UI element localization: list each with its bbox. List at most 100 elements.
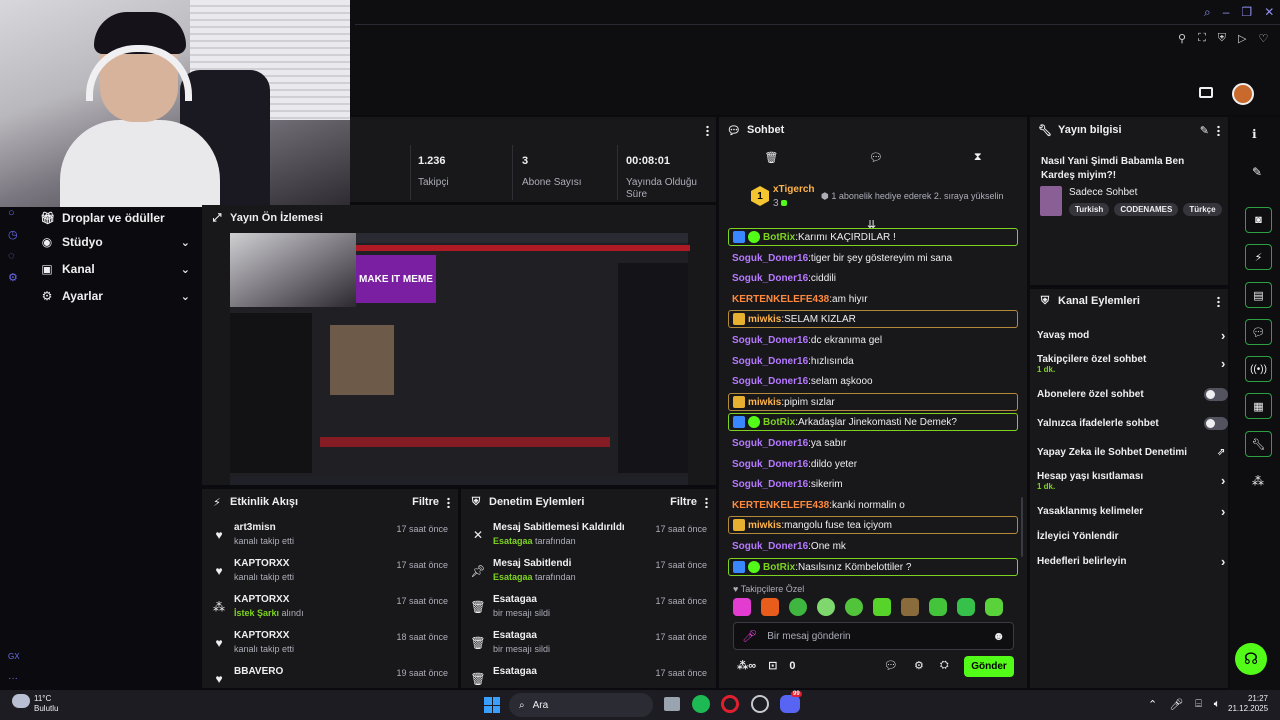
heart-icon[interactable]: ♡: [1258, 32, 1268, 45]
chat-username[interactable]: BotRix: [763, 417, 795, 428]
screenshot-icon[interactable]: ⛶: [1198, 32, 1206, 45]
chat-message[interactable]: Soguk_Doner16: selam aşkooo: [728, 372, 1018, 390]
rail-chat-icon[interactable]: ◌: [8, 250, 20, 262]
chat-message[interactable]: miwkis: mangolu fuse tea içiyom: [728, 516, 1018, 534]
mod-icon[interactable]: ⛭: [940, 659, 949, 672]
pencil-icon[interactable]: ✎: [1252, 165, 1262, 179]
chat-message[interactable]: miwkis: SELAM KIZLAR: [728, 310, 1018, 328]
chat-bubble-icon[interactable]: 💬︎: [869, 151, 883, 164]
close-icon[interactable]: ✕: [1264, 5, 1274, 20]
filter-button[interactable]: Filtre: [412, 496, 439, 508]
restore-icon[interactable]: ❐: [1241, 5, 1252, 20]
chat-username[interactable]: BotRix: [763, 562, 795, 573]
chat-username[interactable]: Soguk_Doner16: [732, 356, 808, 367]
info-icon[interactable]: ℹ: [1252, 127, 1257, 141]
chat-bubble-icon[interactable]: 💬︎: [884, 659, 898, 672]
chat-message[interactable]: KERTENKELEFE438: am hiyır: [728, 290, 1018, 308]
mic-icon[interactable]: 🎤︎: [1169, 698, 1183, 711]
volume-icon[interactable]: 🔈︎: [1214, 698, 1221, 711]
chat-message[interactable]: miwkis: pipim sızlar: [728, 393, 1018, 411]
gifter-name[interactable]: xTigerch: [773, 184, 815, 195]
emote[interactable]: [929, 598, 947, 616]
emotes-only-toggle[interactable]: [1204, 417, 1228, 430]
mod-user[interactable]: Esatagaa: [493, 536, 533, 546]
minimize-icon[interactable]: –: [1223, 5, 1230, 20]
emote[interactable]: [873, 598, 891, 616]
trash-icon[interactable]: 🗑︎: [764, 151, 778, 164]
chat-input[interactable]: 🎤︎ Bir mesaj gönderin ☻: [733, 622, 1014, 650]
network-icon[interactable]: ⌸: [1195, 698, 1202, 711]
shield-icon[interactable]: ⛨: [1218, 32, 1226, 45]
gear-icon[interactable]: ⚙: [914, 659, 924, 672]
creator-icon[interactable]: [1199, 87, 1213, 98]
window-controls[interactable]: ⌕ – ❐ ✕: [1204, 5, 1274, 20]
feed-user[interactable]: KAPTORXX: [234, 594, 304, 605]
chat-username[interactable]: KERTENKELEFE438: [732, 294, 829, 305]
chat-username[interactable]: KERTENKELEFE438: [732, 500, 829, 511]
chat-message[interactable]: Soguk_Doner16: ya sabır: [728, 434, 1018, 452]
nav-settings[interactable]: ⚙ Ayarlar ⌄: [40, 285, 190, 307]
chat-message[interactable]: BotRix: Karımı KAÇIRDILAR !: [728, 228, 1018, 246]
chat-message[interactable]: Soguk_Doner16: ciddili: [728, 269, 1018, 287]
mod-action[interactable]: Esatagaa: [493, 594, 550, 605]
rail-camera-button[interactable]: ◙: [1245, 207, 1272, 233]
support-button[interactable]: ☊: [1235, 643, 1267, 675]
nav-studio[interactable]: ◉ Stüdyo ⌄: [40, 231, 190, 253]
chat-username[interactable]: miwkis: [748, 314, 781, 325]
nav-drops[interactable]: 🎁︎ Droplar ve ödüller: [40, 207, 190, 229]
rail-broadcast-button[interactable]: ((•)): [1245, 356, 1272, 382]
tag[interactable]: CODENAMES: [1114, 203, 1179, 216]
emote[interactable]: [817, 598, 835, 616]
mod-action[interactable]: Esatagaa: [493, 666, 537, 677]
feed-user[interactable]: KAPTORXX: [234, 630, 294, 641]
chat-message[interactable]: Soguk_Doner16: sikerim: [728, 475, 1018, 493]
chat-username[interactable]: Soguk_Doner16: [732, 253, 808, 264]
mic-icon[interactable]: 🎤︎: [742, 629, 757, 643]
action-followers-only[interactable]: Takipçilere özel sohbet 1 dk. ›: [1037, 354, 1227, 374]
edit-icon[interactable]: ✎: [1200, 124, 1209, 137]
action-slow-mode[interactable]: Yavaş mod ›: [1037, 328, 1227, 343]
clock[interactable]: 21:27 21.12.2025: [1228, 694, 1268, 714]
chat-scrollbar[interactable]: [1021, 497, 1023, 557]
emote[interactable]: [845, 598, 863, 616]
more-icon[interactable]: [1217, 295, 1220, 307]
chat-message[interactable]: KERTENKELEFE438: kanki normalin o: [728, 496, 1018, 514]
subscribers-only-toggle[interactable]: [1204, 388, 1228, 401]
feed-user[interactable]: KAPTORXX: [234, 558, 294, 569]
file-explorer-icon[interactable]: [664, 697, 680, 711]
top-gifter[interactable]: xTigerch 3: [773, 184, 815, 209]
chat-username[interactable]: BotRix: [763, 232, 795, 243]
chat-username[interactable]: miwkis: [748, 520, 781, 531]
emote[interactable]: [789, 598, 807, 616]
more-icon[interactable]: [1217, 124, 1220, 136]
points-icon[interactable]: ⁂: [1252, 474, 1264, 488]
emote[interactable]: [901, 598, 919, 616]
weather-icon[interactable]: [12, 694, 30, 708]
rail-wrench-button[interactable]: 🔧︎: [1245, 431, 1272, 457]
mod-action[interactable]: Esatagaa: [493, 630, 550, 641]
opera-icon[interactable]: [721, 695, 739, 713]
more-icon[interactable]: ···: [8, 673, 18, 684]
feed-user[interactable]: BBAVERO: [234, 666, 283, 677]
action-banned-words[interactable]: Yasaklanmış kelimeler ›: [1037, 504, 1227, 519]
discord-icon[interactable]: [780, 695, 800, 713]
action-ai-moderation[interactable]: Yapay Zeka ile Sohbet Denetimi ⇗: [1037, 447, 1227, 458]
action-raid[interactable]: İzleyici Yönlendir: [1037, 531, 1227, 542]
tag[interactable]: Turkish: [1069, 203, 1110, 216]
rail-document-button[interactable]: ▤: [1245, 282, 1272, 308]
chat-message[interactable]: Soguk_Doner16: dc ekranıma gel: [728, 331, 1018, 349]
emote[interactable]: [957, 598, 975, 616]
rail-gear-icon[interactable]: ⚙: [8, 271, 20, 284]
emoji-icon[interactable]: ☻: [992, 629, 1005, 643]
chat-message[interactable]: Soguk_Doner16: One mk: [728, 537, 1018, 555]
points-icon[interactable]: ⁂∞: [737, 659, 756, 672]
more-icon[interactable]: [447, 496, 450, 508]
steam-icon[interactable]: [751, 695, 769, 713]
send-button[interactable]: Gönder: [964, 656, 1014, 677]
avatar[interactable]: [1232, 83, 1254, 105]
emote[interactable]: [761, 598, 779, 616]
chevron-up-icon[interactable]: ⌃: [1148, 698, 1157, 711]
action-account-age[interactable]: Hesap yaşı kısıtlaması 1 dk. ›: [1037, 471, 1227, 491]
more-icon[interactable]: [706, 125, 709, 136]
chat-username[interactable]: miwkis: [748, 397, 781, 408]
